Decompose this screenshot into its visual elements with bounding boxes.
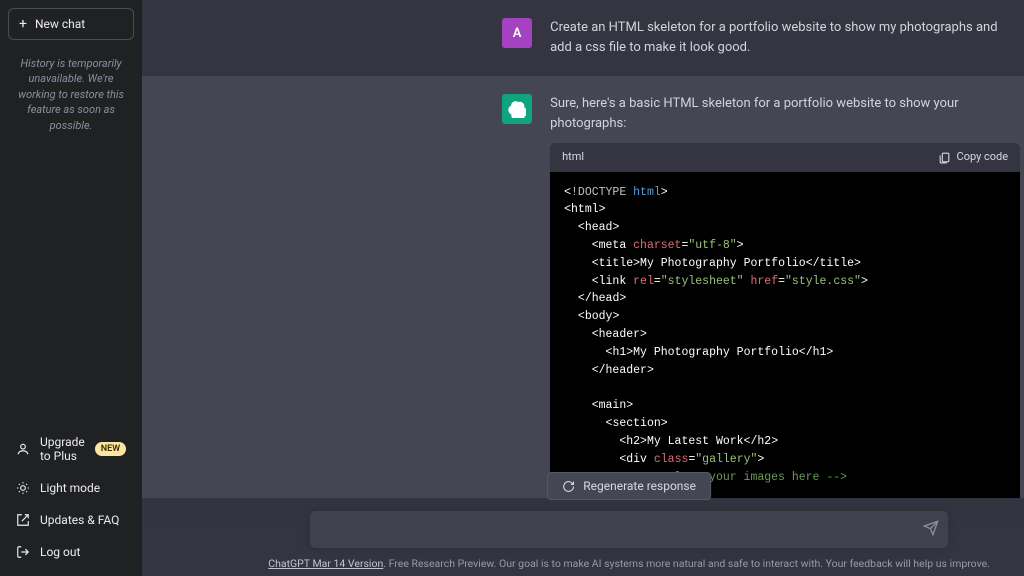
sidebar-item-upgrade[interactable]: Upgrade to Plus NEW (8, 426, 134, 472)
sun-icon (16, 481, 30, 495)
send-icon (923, 520, 939, 536)
updates-label: Updates & FAQ (40, 513, 119, 527)
send-button[interactable] (923, 520, 939, 540)
new-chat-label: New chat (35, 17, 85, 31)
sidebar-item-logout[interactable]: Log out (8, 536, 134, 568)
composer-area: Regenerate response ChatGPT Mar 14 Versi… (142, 498, 1024, 576)
assistant-avatar (502, 94, 532, 124)
version-link[interactable]: ChatGPT Mar 14 Version (268, 557, 383, 570)
code-block-header: html Copy code (550, 143, 1020, 172)
logout-icon (16, 545, 30, 559)
user-avatar: A (502, 18, 532, 48)
external-link-icon (16, 513, 30, 527)
main-panel: A Create an HTML skeleton for a portfoli… (142, 0, 1024, 576)
code-content[interactable]: <!DOCTYPE html> <html> <head> <meta char… (550, 172, 1020, 499)
assistant-intro-text: Sure, here's a basic HTML skeleton for a… (550, 94, 1020, 133)
chat-input[interactable] (309, 510, 949, 549)
light-mode-label: Light mode (40, 481, 100, 495)
clipboard-icon (938, 151, 951, 164)
plus-icon: + (19, 17, 27, 31)
user-message-text: Create an HTML skeleton for a portfolio … (550, 18, 1024, 57)
sidebar-item-updates[interactable]: Updates & FAQ (8, 504, 134, 536)
message-assistant: Sure, here's a basic HTML skeleton for a… (142, 76, 1024, 498)
new-badge: NEW (95, 442, 126, 456)
refresh-icon (562, 480, 575, 493)
regenerate-button[interactable]: Regenerate response (547, 472, 711, 500)
logout-label: Log out (40, 545, 80, 559)
message-user: A Create an HTML skeleton for a portfoli… (142, 0, 1024, 76)
sidebar: + New chat History is temporarily unavai… (0, 0, 142, 576)
upgrade-label: Upgrade to Plus (40, 435, 85, 463)
new-chat-button[interactable]: + New chat (8, 8, 134, 40)
conversation-scroll[interactable]: A Create an HTML skeleton for a portfoli… (142, 0, 1024, 498)
history-unavailable-notice: History is temporarily unavailable. We'r… (8, 56, 134, 133)
sidebar-item-light-mode[interactable]: Light mode (8, 472, 134, 504)
copy-code-button[interactable]: Copy code (938, 149, 1009, 166)
person-icon (16, 442, 30, 456)
regenerate-label: Regenerate response (583, 479, 696, 493)
code-lang-label: html (562, 149, 584, 166)
copy-code-label: Copy code (957, 149, 1009, 166)
footer-disclaimer: ChatGPT Mar 14 Version. Free Research Pr… (142, 557, 1024, 570)
code-block: html Copy code <!DOCTYPE html> <html> <h… (550, 143, 1020, 498)
